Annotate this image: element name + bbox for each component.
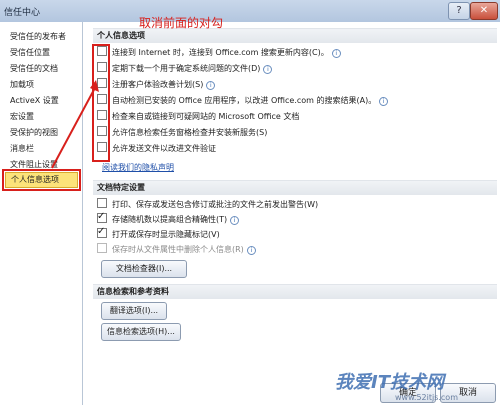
sidebar-item-activex[interactable]: ActiveX 设置 bbox=[10, 94, 59, 107]
trust-center-dialog: 受信任的发布者 受信任位置 受信任的文档 加载项 ActiveX 设置 宏设置 … bbox=[0, 22, 500, 405]
option-ceip[interactable]: 注册客户体验改善计划(S) i bbox=[97, 78, 216, 92]
option-label: 允许信息检索任务窗格检查并安装新服务(S) bbox=[112, 128, 268, 137]
option-label: 打印、保存或发送包含修订或批注的文件之前发出警告(W) bbox=[112, 200, 319, 209]
help-button[interactable]: ? bbox=[448, 2, 470, 20]
sidebar-item-privacy-options[interactable]: 个人信息选项 bbox=[2, 169, 81, 191]
option-label: 定期下载一个用于确定系统问题的文件(D) bbox=[112, 64, 261, 73]
info-icon: i bbox=[263, 65, 273, 74]
option-file-validation[interactable]: 允许发送文件以改进文件验证 bbox=[97, 142, 216, 156]
title-bar: 信任中心 ? ✕ bbox=[0, 0, 500, 23]
option-label: 连接到 Internet 时，连接到 Office.com 搜索更新内容(C)。 bbox=[112, 48, 329, 57]
document-inspector-button[interactable]: 文档检查器(I)... bbox=[101, 260, 187, 278]
checkbox[interactable] bbox=[97, 225, 107, 239]
close-button[interactable]: ✕ bbox=[470, 2, 498, 20]
research-header: 信息检索和参考资料 bbox=[93, 284, 497, 299]
watermark-url: www.52itjs.com bbox=[395, 393, 458, 402]
annotation-box bbox=[92, 44, 110, 162]
sidebar: 受信任的发布者 受信任位置 受信任的文档 加载项 ActiveX 设置 宏设置 … bbox=[0, 22, 83, 405]
annotation-label: 取消前面的对勾 bbox=[139, 16, 224, 30]
option-connect-office-com[interactable]: 连接到 Internet 时，连接到 Office.com 搜索更新内容(C)。… bbox=[97, 46, 341, 60]
document-settings-header: 文档特定设置 bbox=[93, 180, 497, 195]
window-title: 信任中心 bbox=[4, 8, 41, 18]
option-check-suspicious[interactable]: 检查来自或链接到可疑网站的 Microsoft Office 文档 bbox=[97, 110, 299, 124]
option-label: 注册客户体验改善计划(S) bbox=[112, 80, 204, 89]
option-warn-tracked-changes[interactable]: 打印、保存或发送包含修订或批注的文件之前发出警告(W) bbox=[97, 198, 318, 212]
option-show-hidden-markup[interactable]: 打开或保存时显示隐藏标记(V) bbox=[97, 225, 220, 242]
option-label: 检查来自或链接到可疑网站的 Microsoft Office 文档 bbox=[112, 112, 300, 121]
checkbox[interactable] bbox=[97, 198, 107, 208]
info-icon: i bbox=[246, 246, 256, 255]
watermark-logo: 我爱IT技术网 bbox=[335, 372, 444, 393]
option-label: 自动检测已安装的 Office 应用程序，以改进 Office.com 的搜索结… bbox=[112, 96, 377, 105]
sidebar-item-file-block[interactable]: 文件阻止设置 bbox=[10, 158, 58, 171]
sidebar-item-trusted-locations[interactable]: 受信任位置 bbox=[10, 46, 50, 59]
checkbox[interactable] bbox=[97, 210, 107, 224]
option-research-services[interactable]: 允许信息检索任务窗格检查并安装新服务(S) bbox=[97, 126, 267, 140]
sidebar-item-macro[interactable]: 宏设置 bbox=[10, 110, 34, 123]
sidebar-item-message-bar[interactable]: 消息栏 bbox=[10, 142, 34, 155]
option-label: 打开或保存时显示隐藏标记(V) bbox=[112, 230, 220, 239]
option-label: 允许发送文件以改进文件验证 bbox=[112, 144, 216, 153]
main-panel: 个人信息选项 连接到 Internet 时，连接到 Office.com 搜索更… bbox=[83, 22, 500, 405]
checkbox bbox=[97, 243, 107, 253]
sidebar-item-protected-view[interactable]: 受保护的视图 bbox=[10, 126, 58, 139]
sidebar-item-add-ins[interactable]: 加载项 bbox=[10, 78, 34, 91]
option-detect-installed[interactable]: 自动检测已安装的 Office 应用程序，以改进 Office.com 的搜索结… bbox=[97, 94, 389, 108]
option-label: 保存时从文件属性中删除个人信息(R) bbox=[112, 245, 244, 254]
sidebar-item-trusted-documents[interactable]: 受信任的文档 bbox=[10, 62, 58, 75]
info-icon: i bbox=[331, 49, 341, 58]
info-icon: i bbox=[206, 81, 216, 90]
translation-options-button[interactable]: 翻译选项(I)... bbox=[101, 302, 167, 320]
option-label: 存储随机数以提高组合精确性(T) bbox=[112, 215, 228, 224]
sidebar-item-trusted-publishers[interactable]: 受信任的发布者 bbox=[10, 30, 66, 43]
option-store-random-number[interactable]: 存储随机数以提高组合精确性(T)i bbox=[97, 210, 240, 227]
info-icon: i bbox=[379, 97, 389, 106]
option-remove-personal-info: 保存时从文件属性中删除个人信息(R) i bbox=[97, 243, 256, 257]
privacy-statement-link[interactable]: 阅读我们的隐私声明 bbox=[102, 162, 174, 173]
research-options-button[interactable]: 信息检索选项(H)... bbox=[101, 323, 181, 341]
info-icon: i bbox=[230, 216, 240, 225]
option-download-file[interactable]: 定期下载一个用于确定系统问题的文件(D) i bbox=[97, 62, 273, 76]
